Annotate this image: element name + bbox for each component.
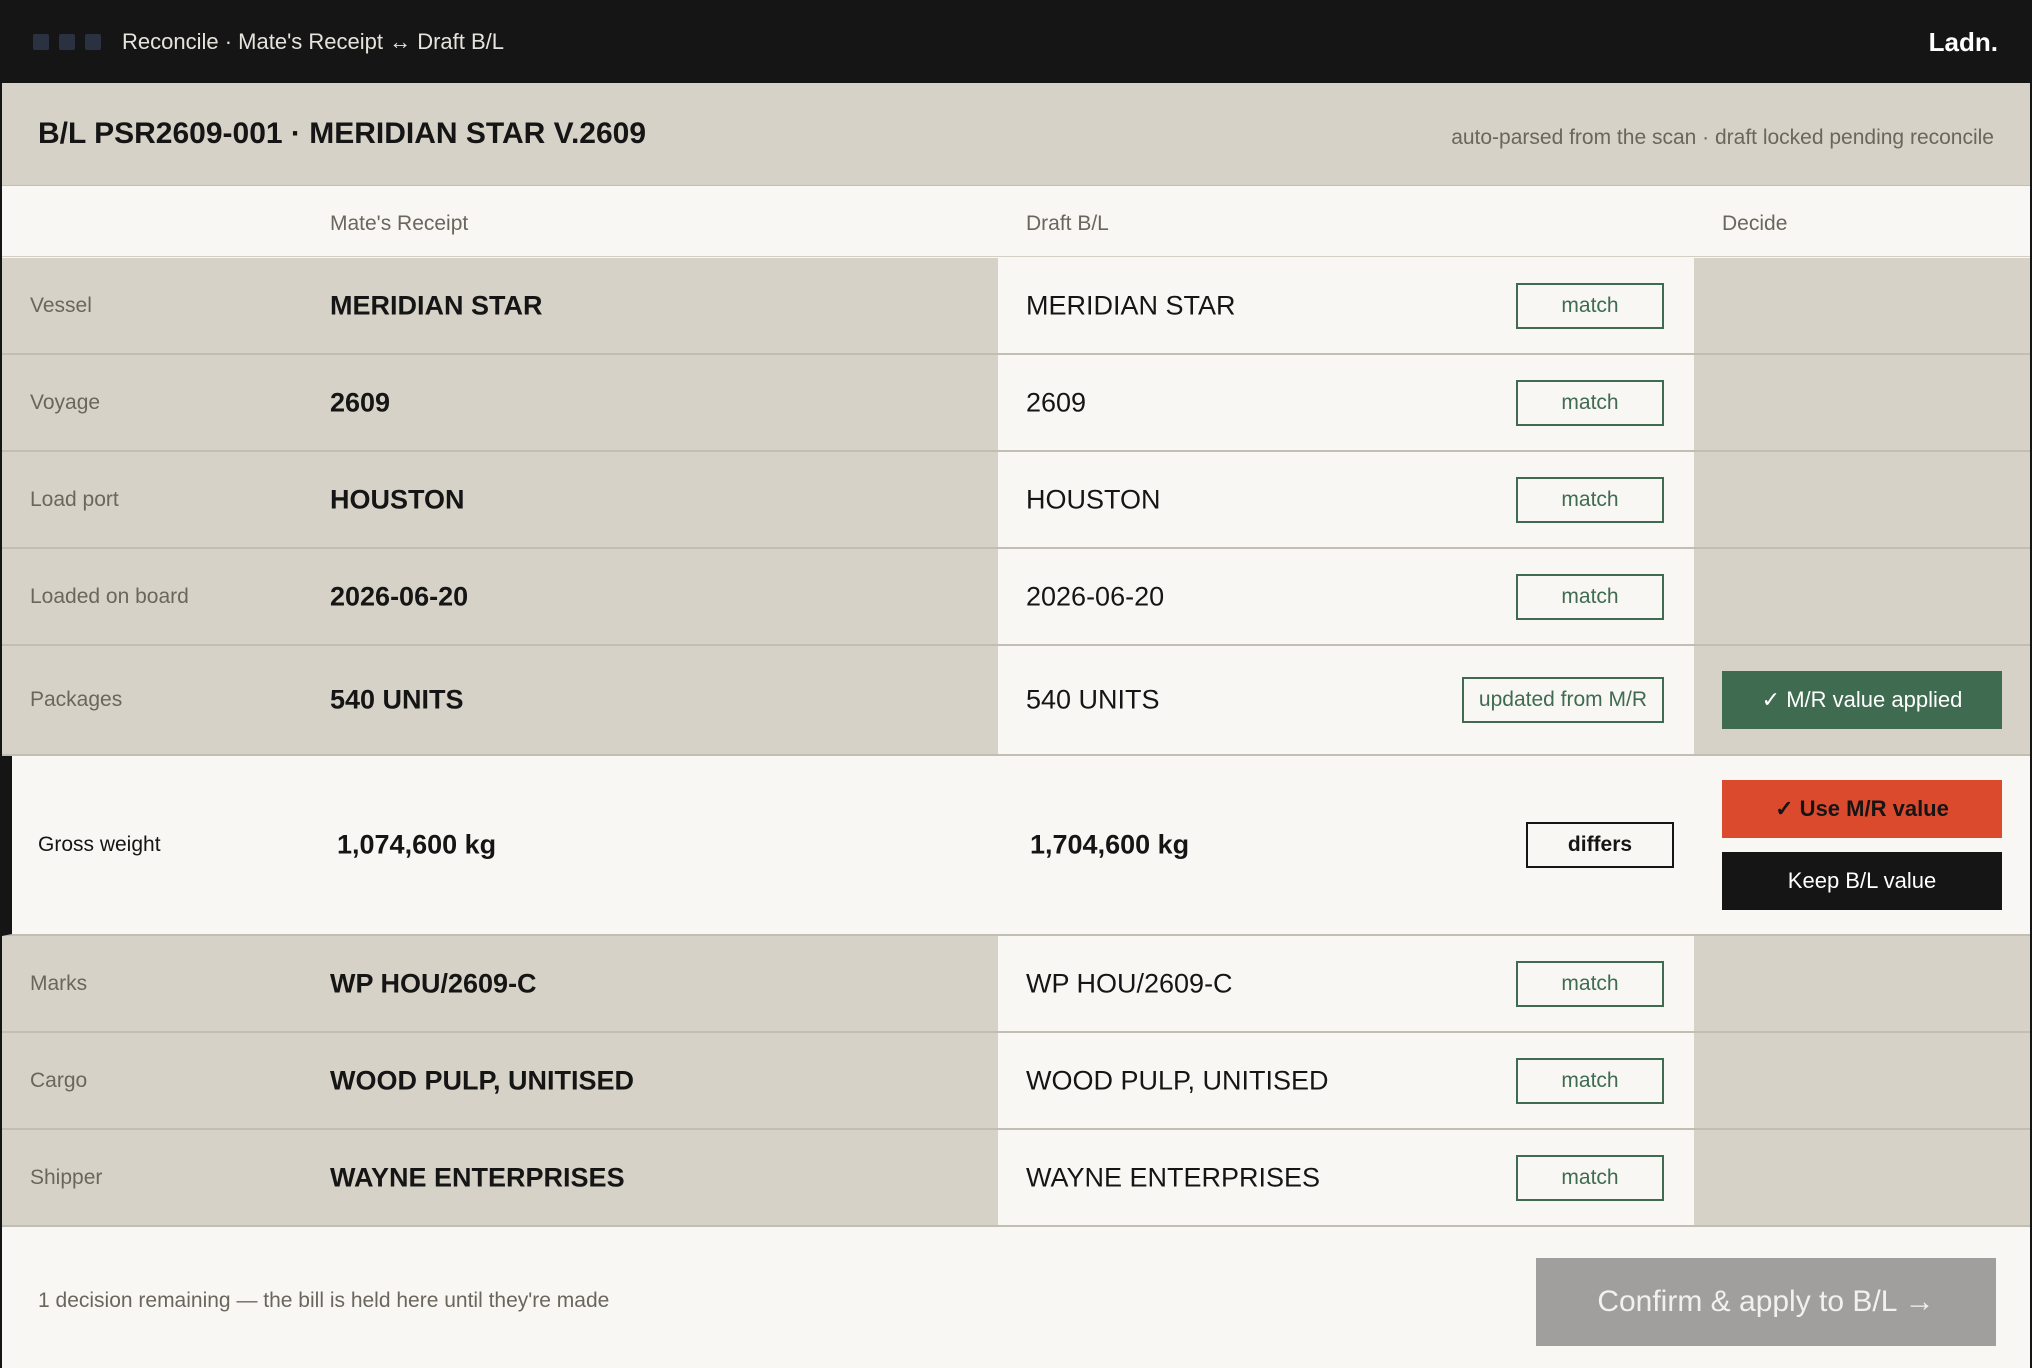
mate-receipt-value: WAYNE ENTERPRISES: [330, 1162, 625, 1192]
mate-receipt-value: WP HOU/2609-C: [330, 968, 537, 998]
mr-value-applied-button[interactable]: ✓ M/R value applied: [1722, 671, 2002, 729]
field-label: Marks: [30, 971, 88, 995]
mate-receipt-value: 1,074,600 kg: [337, 829, 497, 860]
confirm-apply-button[interactable]: Confirm & apply to B/L →: [1536, 1258, 1996, 1346]
field-label: Packages: [30, 688, 123, 711]
reconcile-panel: B/L PSR2609-001 · MERIDIAN STAR V.2609 a…: [2, 83, 2030, 1368]
window-title: Reconcile · Mate's Receipt ↔ Draft B/L: [122, 29, 505, 54]
table-row-loaded-on-board: Loaded on board 2026-06-20 2026-06-20 ma…: [2, 549, 2030, 646]
window-dot-icon[interactable]: [85, 34, 101, 50]
top-bar: Reconcile · Mate's Receipt ↔ Draft B/L L…: [0, 0, 2032, 83]
draft-bl-value: 2609: [1026, 387, 1087, 417]
window-dot-icon[interactable]: [33, 34, 49, 50]
differs-badge: differs: [1526, 822, 1674, 868]
table-row-voyage: Voyage 2609 2609 match: [2, 355, 2030, 452]
mate-receipt-value: HOUSTON: [330, 484, 465, 514]
mate-receipt-value: 540 UNITS: [330, 684, 464, 715]
field-label: Voyage: [30, 390, 101, 414]
field-label: Load port: [30, 487, 119, 511]
column-headers: Mate's Receipt Draft B/L Decide: [2, 187, 2030, 257]
field-label: Loaded on board: [30, 584, 189, 608]
field-label: Vessel: [30, 293, 92, 317]
table-row-cargo: Cargo WOOD PULP, UNITISED WOOD PULP, UNI…: [2, 1033, 2030, 1130]
match-badge: match: [1516, 379, 1664, 426]
draft-bl-value: WOOD PULP, UNITISED: [1026, 1065, 1329, 1095]
match-badge: match: [1516, 1154, 1664, 1201]
column-header-decide: Decide: [1722, 212, 1788, 235]
updated-badge: updated from M/R: [1461, 677, 1664, 723]
reconcile-table: Vessel MERIDIAN STAR MERIDIAN STAR match…: [2, 258, 2030, 1227]
mate-receipt-value: 2026-06-20: [330, 581, 469, 611]
decisions-remaining-text: 1 decision remaining — the bill is held …: [38, 1289, 610, 1312]
table-row-gross-weight: Gross weight 1,074,600 kg 1,704,600 kg d…: [2, 756, 2030, 936]
table-row-packages: Packages 540 UNITS 540 UNITS updated fro…: [2, 646, 2030, 756]
bl-header: B/L PSR2609-001 · MERIDIAN STAR V.2609 a…: [2, 83, 2030, 186]
mate-receipt-value: 2609: [330, 387, 391, 417]
field-label: Cargo: [30, 1068, 88, 1092]
window-dot-icon[interactable]: [59, 34, 75, 50]
match-badge: match: [1516, 476, 1664, 523]
draft-bl-value: 540 UNITS: [1026, 684, 1160, 715]
match-badge: match: [1516, 960, 1664, 1007]
page-title: B/L PSR2609-001 · MERIDIAN STAR V.2609: [38, 117, 647, 150]
column-header-draft-bl: Draft B/L: [1026, 212, 1109, 235]
parse-note: auto-parsed from the scan · draft locked…: [1451, 126, 1994, 149]
match-badge: match: [1516, 573, 1664, 620]
table-row-marks: Marks WP HOU/2609-C WP HOU/2609-C match: [2, 936, 2030, 1033]
mate-receipt-value: MERIDIAN STAR: [330, 290, 543, 320]
match-badge: match: [1516, 282, 1664, 329]
mate-receipt-value: WOOD PULP, UNITISED: [330, 1065, 635, 1095]
field-label: Shipper: [30, 1165, 103, 1189]
draft-bl-value: MERIDIAN STAR: [1026, 290, 1236, 320]
brand-logo: Ladn.: [1928, 27, 1998, 57]
table-row-shipper: Shipper WAYNE ENTERPRISES WAYNE ENTERPRI…: [2, 1130, 2030, 1227]
footer: 1 decision remaining — the bill is held …: [2, 1229, 2030, 1368]
match-badge: match: [1516, 1057, 1664, 1104]
draft-bl-value: 1,704,600 kg: [1030, 829, 1190, 860]
table-row-vessel: Vessel MERIDIAN STAR MERIDIAN STAR match: [2, 258, 2030, 355]
draft-bl-value: HOUSTON: [1026, 484, 1161, 514]
draft-bl-value: 2026-06-20: [1026, 581, 1165, 611]
column-header-mate-receipt: Mate's Receipt: [330, 212, 469, 235]
field-label: Gross weight: [38, 833, 161, 856]
draft-bl-value: WAYNE ENTERPRISES: [1026, 1162, 1321, 1192]
keep-bl-value-button[interactable]: Keep B/L value: [1722, 852, 2002, 910]
draft-bl-value: WP HOU/2609-C: [1026, 968, 1233, 998]
table-row-load-port: Load port HOUSTON HOUSTON match: [2, 452, 2030, 549]
use-mr-value-button[interactable]: ✓ Use M/R value: [1722, 780, 2002, 838]
